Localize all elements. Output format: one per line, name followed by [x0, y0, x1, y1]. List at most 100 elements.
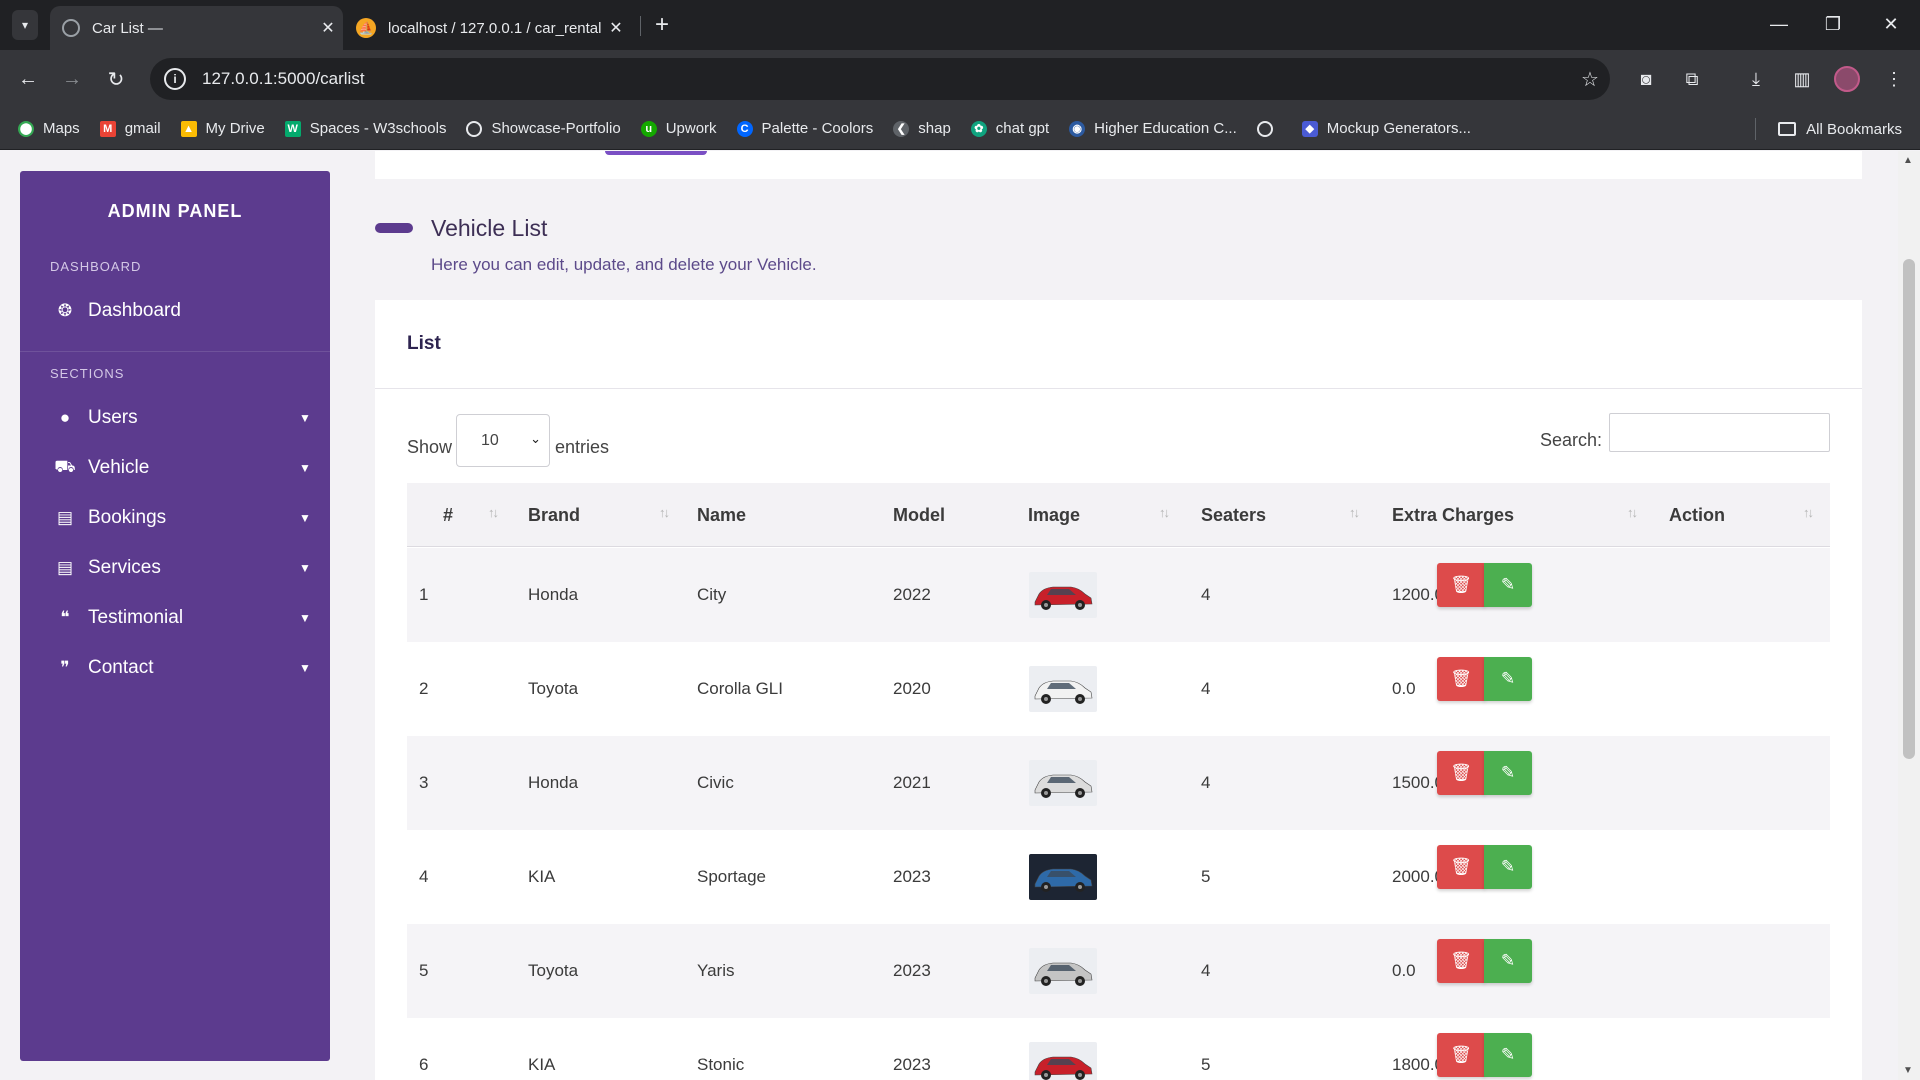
scrollbar-thumb[interactable]: [1903, 259, 1915, 759]
cell-extra-charges: 0.0: [1392, 961, 1416, 980]
edit-button[interactable]: ✎: [1484, 751, 1532, 795]
close-icon[interactable]: ✕: [601, 18, 631, 38]
bookmark-showcase[interactable]: Showcase-Portfolio: [466, 120, 621, 137]
extensions-icon[interactable]: ⧉: [1678, 66, 1706, 92]
edit-button[interactable]: ✎: [1484, 939, 1532, 983]
url-text[interactable]: 127.0.0.1:5000/carlist: [202, 69, 1570, 89]
bookmark-gmail[interactable]: Mgmail: [99, 120, 161, 137]
page-scrollbar[interactable]: ▲ ▼: [1898, 151, 1920, 1080]
bookmark-upwork[interactable]: u Upwork: [640, 120, 717, 137]
sort-icon[interactable]: ↑↓: [1349, 505, 1360, 520]
sidebar-item-dashboard[interactable]: ❂ Dashboard: [40, 289, 320, 333]
delete-button[interactable]: 🗑: [1437, 845, 1485, 889]
cell-number: 2: [419, 679, 429, 698]
table-row: 1 Honda City 2022 4 1200.0 🗑 ✎: [407, 548, 1830, 642]
delete-button[interactable]: 🗑: [1437, 657, 1485, 701]
tab-title: localhost / 127.0.0.1 / car_rental: [388, 19, 601, 37]
bookmark-w3schools[interactable]: W Spaces - W3schools: [284, 120, 446, 137]
sidebar-item-users[interactable]: ● Users ▼: [40, 396, 320, 440]
column-header-model[interactable]: Model: [893, 483, 945, 547]
bookmark-coolors[interactable]: C Palette - Coolors: [736, 120, 873, 137]
sidebar-item-bookings[interactable]: ▤ Bookings ▼: [40, 496, 320, 540]
bookmark-shap[interactable]: ❮ shap: [893, 120, 951, 137]
close-icon[interactable]: ✕: [313, 18, 343, 38]
sort-icon[interactable]: ↑↓: [1627, 505, 1638, 520]
cell-brand: Toyota: [528, 679, 579, 698]
active-nav-indicator: [605, 151, 707, 155]
comments-icon: ❝: [60, 608, 70, 627]
tab-localhost[interactable]: ⛵ localhost / 127.0.0.1 / car_rental ✕: [344, 6, 631, 50]
bookmark-chat-gpt[interactable]: ✿ chat gpt: [970, 120, 1049, 137]
delete-button[interactable]: 🗑: [1437, 563, 1485, 607]
globe-icon: [1256, 120, 1273, 137]
trash-icon: 🗑: [1450, 951, 1472, 970]
column-header-extra-charges[interactable]: Extra Charges: [1392, 483, 1514, 547]
table-row: 2 Toyota Corolla GLI 2020 4 0.0 🗑 ✎: [407, 642, 1830, 736]
address-bar[interactable]: i 127.0.0.1:5000/carlist ☆: [150, 58, 1610, 100]
coolors-icon: C: [736, 120, 753, 137]
edit-button[interactable]: ✎: [1484, 1033, 1532, 1077]
delete-button[interactable]: 🗑: [1437, 751, 1485, 795]
sort-icon[interactable]: ↑↓: [1159, 505, 1170, 520]
sidebar-item-vehicle[interactable]: ⛟ Vehicle ▼: [40, 446, 320, 490]
forward-icon[interactable]: →: [56, 63, 88, 95]
column-header-seaters[interactable]: Seaters: [1201, 483, 1266, 547]
bookmark-maps[interactable]: ⬤ Maps: [18, 120, 80, 137]
column-header-image[interactable]: Image: [1028, 483, 1080, 547]
cell-model: 2023: [893, 961, 931, 980]
reload-icon[interactable]: ↻: [100, 63, 132, 95]
search-input[interactable]: [1609, 413, 1830, 452]
site-info-icon[interactable]: i: [164, 68, 186, 90]
camera-icon[interactable]: ◙: [1632, 66, 1660, 92]
new-tab-icon[interactable]: +: [650, 10, 674, 40]
sort-icon[interactable]: ↑↓: [488, 505, 499, 520]
caret-down-icon: ▼: [299, 411, 311, 425]
sidebar-item-contact[interactable]: ❞ Contact ▼: [40, 646, 320, 690]
window-close-icon[interactable]: ✕: [1868, 8, 1914, 40]
cell-number: 6: [419, 1055, 429, 1074]
menu-kebab-icon[interactable]: ⋮: [1880, 66, 1908, 92]
delete-button[interactable]: 🗑: [1437, 939, 1485, 983]
bookmark-mockup-generators[interactable]: ◆ Mockup Generators...: [1301, 120, 1471, 137]
edit-button[interactable]: ✎: [1484, 657, 1532, 701]
tab-search-icon[interactable]: ▾: [12, 10, 38, 40]
bookmark-my-drive[interactable]: ▲ My Drive: [180, 120, 265, 137]
trash-icon: 🗑: [1450, 1045, 1472, 1064]
sidebar-item-testimonial[interactable]: ❝ Testimonial ▼: [40, 596, 320, 640]
bookmark-higher-education[interactable]: ◉ Higher Education C...: [1069, 120, 1237, 137]
sidebar-heading-dashboard: DASHBOARD: [50, 259, 142, 274]
edit-button[interactable]: ✎: [1484, 845, 1532, 889]
profile-avatar[interactable]: [1834, 66, 1860, 92]
side-panel-icon[interactable]: ▥: [1788, 66, 1816, 92]
drive-icon: ▲: [180, 120, 197, 137]
edit-button[interactable]: ✎: [1484, 563, 1532, 607]
browser-tab-bar: ▾ Car List — ✕ ⛵ localhost / 127.0.0.1 /…: [0, 0, 1920, 50]
delete-button[interactable]: 🗑: [1437, 1033, 1485, 1077]
entries-value: 10: [481, 431, 499, 449]
entries-select[interactable]: 10 ⌄: [456, 414, 550, 467]
column-header-brand[interactable]: Brand: [528, 483, 580, 547]
all-bookmarks[interactable]: All Bookmarks: [1778, 108, 1902, 150]
sort-icon[interactable]: ↑↓: [659, 505, 670, 520]
cell-number: 4: [419, 867, 429, 886]
column-header-action[interactable]: Action: [1669, 483, 1725, 547]
cell-number: 1: [419, 585, 429, 604]
sidebar-item-services[interactable]: ▤ Services ▼: [40, 546, 320, 590]
w3schools-icon: W: [284, 120, 301, 137]
bookmark-globe[interactable]: [1256, 120, 1282, 137]
column-header-name[interactable]: Name: [697, 483, 746, 547]
card-header: List: [375, 300, 1862, 389]
minimize-icon[interactable]: —: [1756, 8, 1802, 40]
sort-icon[interactable]: ↑↓: [1803, 505, 1814, 520]
back-icon[interactable]: ←: [12, 63, 44, 95]
scroll-down-icon[interactable]: ▼: [1903, 1065, 1913, 1076]
bookmark-star-icon[interactable]: ☆: [1570, 67, 1610, 92]
sidebar-item-label: Bookings: [88, 507, 167, 528]
column-header-number[interactable]: #: [443, 483, 453, 547]
download-icon[interactable]: ⤓: [1742, 66, 1770, 92]
restore-icon[interactable]: ❐: [1810, 8, 1856, 40]
card-title: List: [407, 333, 441, 354]
scroll-up-icon[interactable]: ▲: [1903, 155, 1913, 166]
sidebar-divider: [20, 351, 330, 352]
tab-car-list[interactable]: Car List — ✕: [50, 6, 343, 50]
